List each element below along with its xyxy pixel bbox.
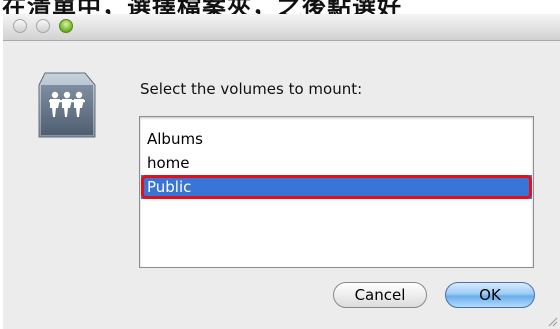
volume-label: home [147,154,190,172]
mount-volumes-dialog: Select the volumes to mount: Albums home… [3,14,560,329]
volume-list-item[interactable]: home [141,151,532,175]
volume-list-item[interactable]: Albums [141,127,532,151]
volume-list-item-selected[interactable]: Public [141,175,532,199]
close-window-button[interactable] [13,19,27,33]
network-volume-icon [38,72,96,138]
volume-list[interactable]: Albums home Public [139,116,534,268]
volume-label: Albums [147,130,203,148]
cancel-button[interactable]: Cancel [333,282,427,308]
instruction-caption: 在清單中，選擇檔案夾，之後點選好 [0,0,560,14]
instruction-caption-text: 在清單中，選擇檔案夾，之後點選好 [2,0,402,14]
minimize-window-button[interactable] [36,19,50,33]
resize-grip-icon[interactable] [546,315,558,327]
ok-button[interactable]: OK [445,282,535,308]
zoom-window-button[interactable] [59,19,73,33]
annotation-highlight [141,175,532,199]
title-bar [3,14,560,41]
mount-prompt: Select the volumes to mount: [140,80,363,98]
